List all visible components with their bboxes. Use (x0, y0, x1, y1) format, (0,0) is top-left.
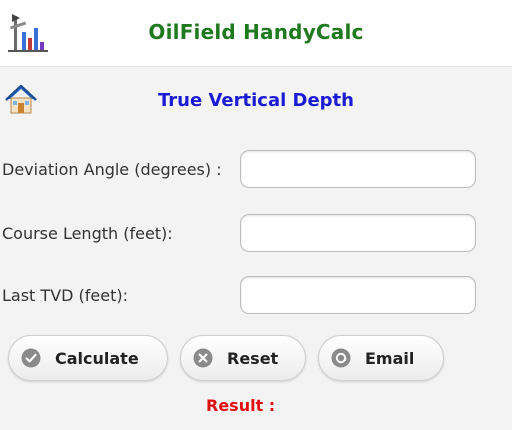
x-circle-icon (193, 348, 213, 368)
check-circle-icon (21, 348, 41, 368)
section-title: True Vertical Depth (158, 90, 354, 111)
result-label: Result : (206, 396, 276, 415)
last-tvd-label: Last TVD (feet): (2, 286, 129, 305)
at-circle-icon (331, 348, 351, 368)
calculate-button[interactable]: Calculate (8, 335, 168, 381)
app-header: OilField HandyCalc (0, 0, 512, 67)
calculate-button-label: Calculate (55, 348, 139, 368)
email-button[interactable]: Email (318, 335, 444, 381)
deviation-angle-input[interactable] (240, 150, 476, 188)
last-tvd-input[interactable] (240, 276, 476, 314)
reset-button[interactable]: Reset (180, 335, 306, 381)
deviation-angle-label: Deviation Angle (degrees) : (2, 160, 222, 179)
app-title: OilField HandyCalc (148, 20, 364, 44)
course-length-input[interactable] (240, 214, 476, 252)
course-length-label: Course Length (feet): (2, 224, 173, 243)
reset-button-label: Reset (227, 348, 279, 368)
email-button-label: Email (365, 348, 415, 368)
